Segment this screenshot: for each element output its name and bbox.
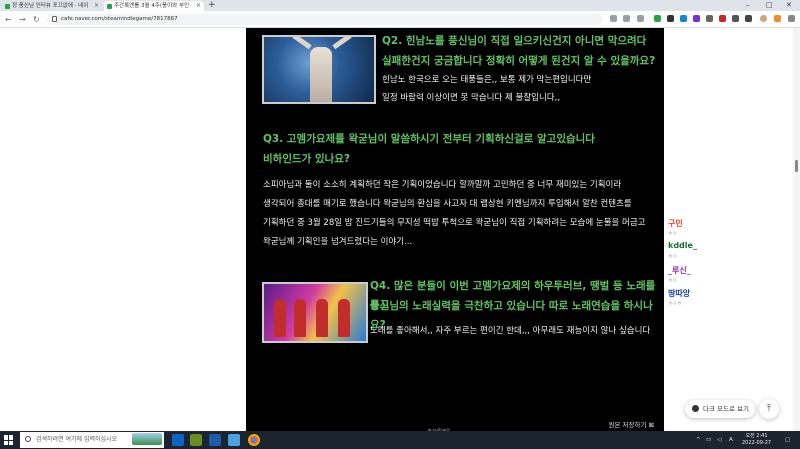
dark-mode-button[interactable]: 다크 모드로 보기 [685, 400, 755, 418]
chat-user-message: ㅎㅇㅎ [668, 301, 682, 307]
back-arrow-icon[interactable]: ← [5, 14, 12, 25]
q3-answer-line4: 왁굳님께 기획인을 넘겨드렸다는 이야기... [263, 237, 413, 247]
scrollbar-thumb[interactable] [795, 160, 798, 172]
tab-title: 정 풍신님 인터뷰 포끄없에 · 네이 [12, 3, 89, 9]
q2-answer-line2: 일정 바람력 이상이면 못 막습니다 제 불찰입니다,, [382, 93, 561, 103]
cafe-favicon-icon [107, 4, 112, 9]
network-icon[interactable]: ▭ [706, 431, 711, 449]
extension-orange-icon[interactable] [774, 15, 781, 22]
chrome-icon[interactable] [248, 434, 260, 446]
chat-sidebar: 구민 ㅎㅇ kddle_ ㅎㅇ _루신_ ㅎㅇ 땅따앙 ㅎㅇㅎ 다크 모드로 보… [664, 28, 800, 431]
url-input[interactable]: cafe.naver.com/steamindiegame/7817867 [47, 14, 602, 25]
browser-tab-strip: 정 풍신님 인터뷰 포끄없에 · 네이 × 주간록앤롤 3월 4주(풍이와 부인… [0, 0, 800, 11]
close-tab-icon[interactable]: × [94, 1, 99, 11]
q3-answer-line1: 소피아님과 둘이 소소히 계획하던 작은 기획이었습니다 할까말까 고민하던 중… [263, 180, 622, 190]
tray-chevron-icon[interactable]: ^ [696, 431, 701, 449]
zoom-icon[interactable] [610, 15, 617, 22]
windows-start-icon[interactable] [4, 435, 14, 445]
extension-blue-icon[interactable] [680, 15, 687, 22]
app-blue-icon[interactable] [228, 434, 240, 446]
storm-wizard-image [262, 35, 376, 104]
search-highlight-icon[interactable] [132, 433, 162, 445]
clock-date: 2022-09-27 [742, 440, 772, 446]
minecraft-icon[interactable] [190, 434, 202, 446]
share-icon[interactable] [623, 15, 630, 22]
q3-answer-line2: 생각되어 총대를 매기로 했습니다 왁굳님의 환심을 사고자 대 랩상현 키멘님… [263, 199, 632, 209]
scroll-top-button[interactable]: ⤒ [759, 399, 779, 419]
chat-user-name[interactable]: 구민 [668, 218, 683, 229]
bookmark-star-icon[interactable] [637, 15, 644, 22]
new-tab-button[interactable]: + [208, 0, 216, 11]
search-placeholder: 검색하려면 여기에 입력하십시오 [36, 436, 118, 443]
page-content: Q2. 힌남노를 풍신님이 직접 일으키신건지 아니면 막으려다 실패한건지 궁… [0, 28, 800, 435]
url-text: cafe.naver.com/steamindiegame/7817867 [61, 16, 178, 22]
q2-question-line1: Q2. 힌남노를 풍신님이 직접 일으키신건지 아니면 막으려다 [382, 35, 647, 47]
q2-question-line2: 실패한건지 궁금합니다 정확히 어떻게 된건지 알 수 있을까요? [382, 55, 656, 67]
q3-question-line1: Q3. 고멤가요제를 왁굳님이 말씀하시기 전부터 기획하신걸로 알고있습니다 [263, 133, 595, 145]
notification-icon[interactable]: ▢ [785, 431, 790, 449]
chat-user-name[interactable]: 땅따앙 [668, 288, 690, 299]
extension-v-icon[interactable] [693, 15, 700, 22]
address-bar: ← → ↻ cafe.naver.com/steamindiegame/7817… [0, 11, 800, 28]
post-body: Q2. 힌남노를 풍신님이 직접 일으키신건지 아니면 막으려다 실패한건지 궁… [246, 28, 664, 435]
chat-user-message: ㅎㅇ [668, 231, 678, 237]
q2-answer-line1: 힌남노 한국으로 오는 태풍들은,, 보통 제가 막는편입니다만 [382, 75, 592, 85]
clock-time: 오전 2:41 [745, 433, 768, 439]
forward-arrow-icon[interactable]: → [19, 14, 26, 25]
taskbar-clock[interactable]: 오전 2:41 2022-09-27 [742, 433, 771, 447]
chat-user-message: ㅎㅇ [668, 254, 678, 260]
chat-user-name[interactable]: _루신_ [668, 265, 691, 276]
chat-user-message: ㅎㅇ [668, 278, 678, 284]
extension-dark-icon[interactable] [667, 15, 674, 22]
v-app-icon[interactable] [209, 434, 221, 446]
ime-lang-indicator[interactable]: A [729, 431, 733, 449]
browser-menu-icon[interactable] [788, 15, 795, 22]
browser-tab-weekly[interactable]: 주간록앤롤 3월 4주(풍이와 부인 × [104, 1, 204, 11]
page-scrollbar[interactable] [793, 28, 800, 431]
extension-bookmark-icon[interactable] [745, 15, 752, 22]
q3-question-line2: 비하인드가 있나요? [263, 153, 351, 165]
q4-answer-line1: 노래를 좋아해서,, 자주 부르는 편이긴 한데,,, 아무래도 재능이지 않나… [370, 326, 651, 336]
chat-user-name[interactable]: kddle_ [668, 241, 697, 250]
cafe-favicon-icon [5, 4, 10, 9]
volume-icon[interactable]: ◁ [717, 431, 721, 449]
profile-avatar[interactable] [760, 15, 767, 22]
windows-taskbar: 검색하려면 여기에 입력하십시오 ^ ▭ ◁ A 오전 2:41 2022-09… [0, 431, 800, 449]
q3-answer-line3: 기획하던 중 3월 28일 밤 진드기들의 무지성 떡밥 투척으로 왁굳님이 직… [263, 218, 646, 228]
extensions-puzzle-icon[interactable] [732, 15, 739, 22]
extension-green-icon[interactable] [654, 15, 661, 22]
extension-red-icon[interactable] [719, 15, 726, 22]
reload-icon[interactable]: ↻ [33, 14, 40, 25]
dancers-image [262, 282, 368, 343]
lock-icon [52, 16, 57, 22]
minimize-button[interactable]: – [746, 0, 750, 11]
browser-tab-interview[interactable]: 정 풍신님 인터뷰 포끄없에 · 네이 × [2, 1, 102, 11]
extension-grey-icon[interactable] [706, 15, 713, 22]
dark-mode-label: 다크 모드로 보기 [703, 405, 749, 413]
close-tab-icon[interactable]: × [196, 1, 201, 11]
save-original-link[interactable]: 원본 저장하기 ⊠ [609, 419, 654, 429]
moon-icon [692, 405, 699, 412]
search-icon [25, 436, 31, 442]
close-window-button[interactable]: ✕ [786, 0, 792, 11]
maximize-button[interactable]: □ [766, 0, 773, 11]
tab-title: 주간록앤롤 3월 4주(풍이와 부인 [114, 3, 190, 9]
edge-icon[interactable] [172, 434, 184, 446]
